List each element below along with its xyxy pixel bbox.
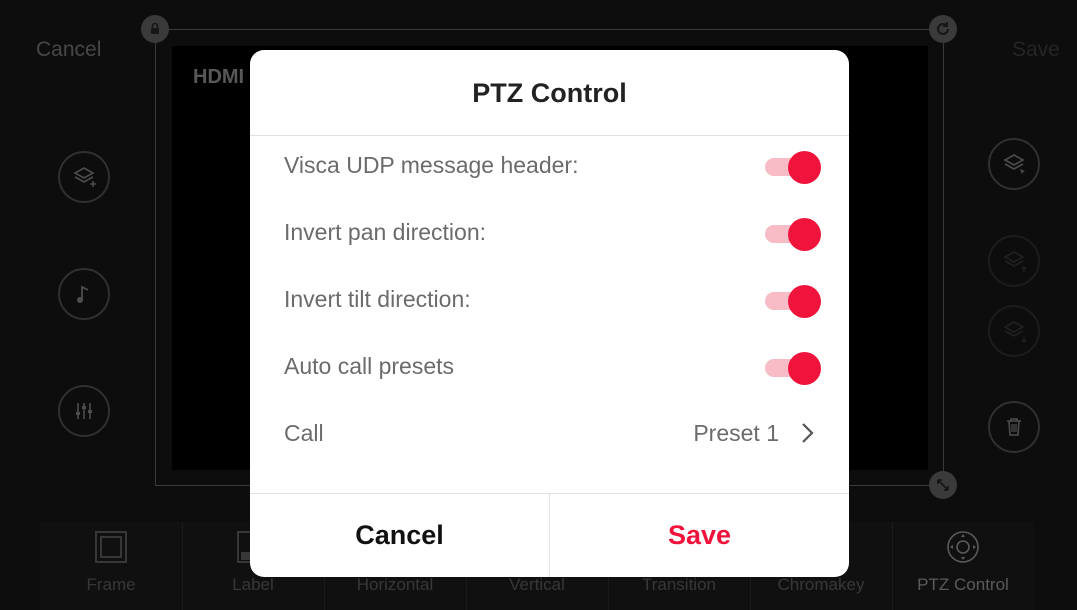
- visca-udp-header-toggle[interactable]: [765, 151, 821, 184]
- ptz-control-dialog: PTZ Control Visca UDP message header: In…: [250, 50, 849, 577]
- chevron-right-icon: [802, 423, 814, 443]
- save-button[interactable]: Save: [550, 493, 849, 577]
- setting-row-invert-tilt: Invert tilt direction:: [250, 266, 849, 333]
- setting-label: Auto call presets: [284, 353, 455, 379]
- call-preset-value: Preset 1: [693, 420, 779, 446]
- setting-label: Invert tilt direction:: [284, 286, 471, 312]
- setting-row-visca-udp-header: Visca UDP message header:: [250, 132, 849, 199]
- cancel-button[interactable]: Cancel: [250, 493, 549, 577]
- setting-label: Invert pan direction:: [284, 219, 487, 245]
- invert-tilt-toggle[interactable]: [765, 285, 821, 318]
- auto-call-presets-toggle[interactable]: [765, 352, 821, 385]
- setting-label: Visca UDP message header:: [284, 152, 579, 178]
- dialog-title: PTZ Control: [472, 77, 627, 108]
- setting-row-invert-pan: Invert pan direction:: [250, 199, 849, 266]
- call-label: Call: [284, 420, 324, 446]
- call-preset-row[interactable]: Call Preset 1: [250, 400, 849, 467]
- setting-row-auto-call-presets: Auto call presets: [250, 333, 849, 400]
- dialog-footer: Cancel Save: [250, 493, 849, 577]
- invert-pan-toggle[interactable]: [765, 218, 821, 251]
